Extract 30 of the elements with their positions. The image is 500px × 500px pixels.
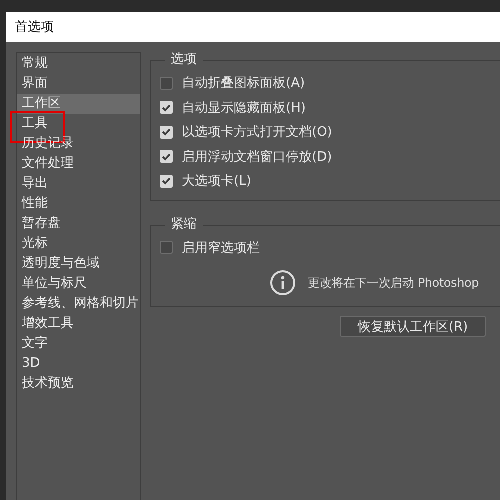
sidebar-item[interactable]: 增效工具	[17, 314, 140, 334]
sidebar-item[interactable]: 导出	[17, 174, 140, 194]
sidebar-item[interactable]: 单位与标尺	[17, 274, 140, 294]
sidebar-item[interactable]: 界面	[17, 74, 140, 94]
checkbox[interactable]	[160, 241, 173, 254]
sidebar-item[interactable]: 工具	[17, 114, 140, 134]
sidebar-item[interactable]: 常规	[17, 54, 140, 74]
checkbox-label[interactable]: 自动折叠图标面板(A)	[182, 74, 306, 92]
sidebar-item[interactable]: 光标	[17, 234, 140, 254]
sidebar-item[interactable]: 参考线、网格和切片	[17, 294, 140, 314]
reset-workspace-button[interactable]: 恢复默认工作区(R)	[340, 316, 486, 337]
checkbox-label[interactable]: 启用窄选项栏	[182, 238, 260, 257]
checkbox[interactable]	[160, 76, 173, 90]
sidebar-item[interactable]: 文件处理	[17, 154, 140, 174]
group-title: 选项	[165, 52, 203, 68]
sidebar-item[interactable]: 工作区	[17, 94, 140, 114]
checkbox-label[interactable]: 启用浮动文档窗口停放(D)	[182, 148, 332, 166]
sidebar-item[interactable]: 文字	[17, 334, 140, 354]
sidebar-item[interactable]: 性能	[17, 194, 140, 214]
group-title: 紧缩	[165, 216, 203, 232]
sidebar-item[interactable]: 技术预览	[17, 374, 140, 394]
checkbox-label[interactable]: 以选项卡方式打开文档(O)	[182, 123, 332, 142]
info-message: 更改将在下一次启动 Photoshop	[308, 274, 480, 292]
info-icon	[270, 270, 296, 296]
sidebar-item[interactable]: 3D	[17, 354, 140, 374]
checkbox-label[interactable]: 自动显示隐藏面板(H)	[182, 98, 306, 117]
checkbox-label[interactable]: 大选项卡(L)	[182, 172, 252, 190]
sidebar-item[interactable]: 暂存盘	[17, 214, 140, 234]
sidebar-item[interactable]: 透明度与色域	[17, 254, 140, 274]
window-title: 首选项	[6, 12, 500, 42]
